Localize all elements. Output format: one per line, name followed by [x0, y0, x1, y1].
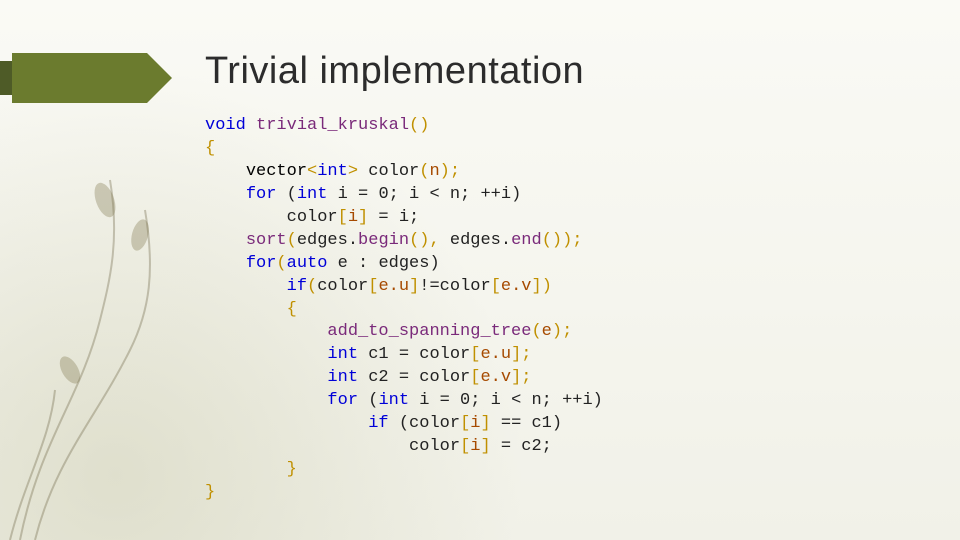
id-edges: edges: [450, 231, 501, 250]
paren: );: [552, 322, 572, 341]
brace: }: [287, 460, 297, 479]
paren: (),: [409, 231, 450, 250]
angle: <: [307, 162, 317, 181]
id-color: color: [440, 277, 491, 296]
bracket: [: [460, 414, 470, 433]
bracket: ];: [511, 368, 531, 387]
brace: {: [205, 139, 215, 158]
bracket: [: [470, 345, 480, 364]
id-n: n: [429, 162, 439, 181]
id-color: color: [409, 437, 460, 456]
fn-end: end: [511, 231, 542, 250]
id-ev: e.v: [480, 368, 511, 387]
txt: c1 = color: [358, 345, 470, 364]
id-eu: e.u: [378, 277, 409, 296]
txt: == c1): [491, 414, 562, 433]
kw-for: for: [246, 185, 277, 204]
txt: color: [358, 162, 419, 181]
kw-if: if: [287, 277, 307, 296]
dot: .: [348, 231, 358, 250]
paren: (: [307, 277, 317, 296]
kw-for: for: [327, 391, 358, 410]
id-e: e: [542, 322, 552, 341]
paren: );: [440, 162, 460, 181]
bracket: [: [491, 277, 501, 296]
bracket: [: [470, 368, 480, 387]
txt: (color: [389, 414, 460, 433]
slide-title: Trivial implementation: [205, 50, 584, 93]
txt: (: [358, 391, 378, 410]
paren: ());: [542, 231, 583, 250]
ribbon-decoration: [0, 53, 172, 103]
brace: }: [205, 483, 215, 502]
bracket: [: [338, 208, 348, 227]
txt: (: [276, 185, 296, 204]
txt: e : edges): [327, 254, 439, 273]
id-i: i: [470, 437, 480, 456]
fn-begin: begin: [358, 231, 409, 250]
id-vector: vector: [246, 162, 307, 181]
txt: = i;: [368, 208, 419, 227]
kw-auto: auto: [287, 254, 328, 273]
paren: (: [287, 231, 297, 250]
kw-int: int: [378, 391, 409, 410]
paren: (: [276, 254, 286, 273]
bracket: [: [460, 437, 470, 456]
brace: {: [287, 300, 297, 319]
fn-sort: sort: [246, 231, 287, 250]
id-i: i: [348, 208, 358, 227]
kw-int: int: [327, 368, 358, 387]
code-block: void trivial_kruskal() { vector<int> col…: [205, 115, 603, 505]
angle: >: [348, 162, 358, 181]
kw-int: int: [327, 345, 358, 364]
paren: ): [419, 116, 429, 135]
id-eu: e.u: [480, 345, 511, 364]
fn-add: add_to_spanning_tree: [327, 322, 531, 341]
id-ev: e.v: [501, 277, 532, 296]
bracket: [: [368, 277, 378, 296]
kw-void: void: [205, 116, 246, 135]
txt: i = 0; i < n; ++i): [409, 391, 603, 410]
kw-int: int: [317, 162, 348, 181]
bracket: ]): [532, 277, 552, 296]
bracket: ]: [480, 414, 490, 433]
txt: c2 = color: [358, 368, 470, 387]
fn-name: trivial_kruskal: [256, 116, 409, 135]
paren: (: [419, 162, 429, 181]
id-color: color: [317, 277, 368, 296]
bracket: ]: [409, 277, 419, 296]
bracket: ];: [511, 345, 531, 364]
txt: color: [205, 208, 338, 227]
kw-if: if: [368, 414, 388, 433]
slide: Trivial implementation void trivial_krus…: [0, 0, 960, 540]
paren: (: [409, 116, 419, 135]
id-edges: edges: [297, 231, 348, 250]
txt: i = 0; i < n; ++i): [327, 185, 521, 204]
dot: .: [501, 231, 511, 250]
bracket: ]: [480, 437, 490, 456]
op-neq: !=: [419, 277, 439, 296]
txt: = c2;: [491, 437, 552, 456]
kw-for: for: [246, 254, 277, 273]
kw-int: int: [297, 185, 328, 204]
paren: (: [531, 322, 541, 341]
id-i: i: [470, 414, 480, 433]
bracket: ]: [358, 208, 368, 227]
